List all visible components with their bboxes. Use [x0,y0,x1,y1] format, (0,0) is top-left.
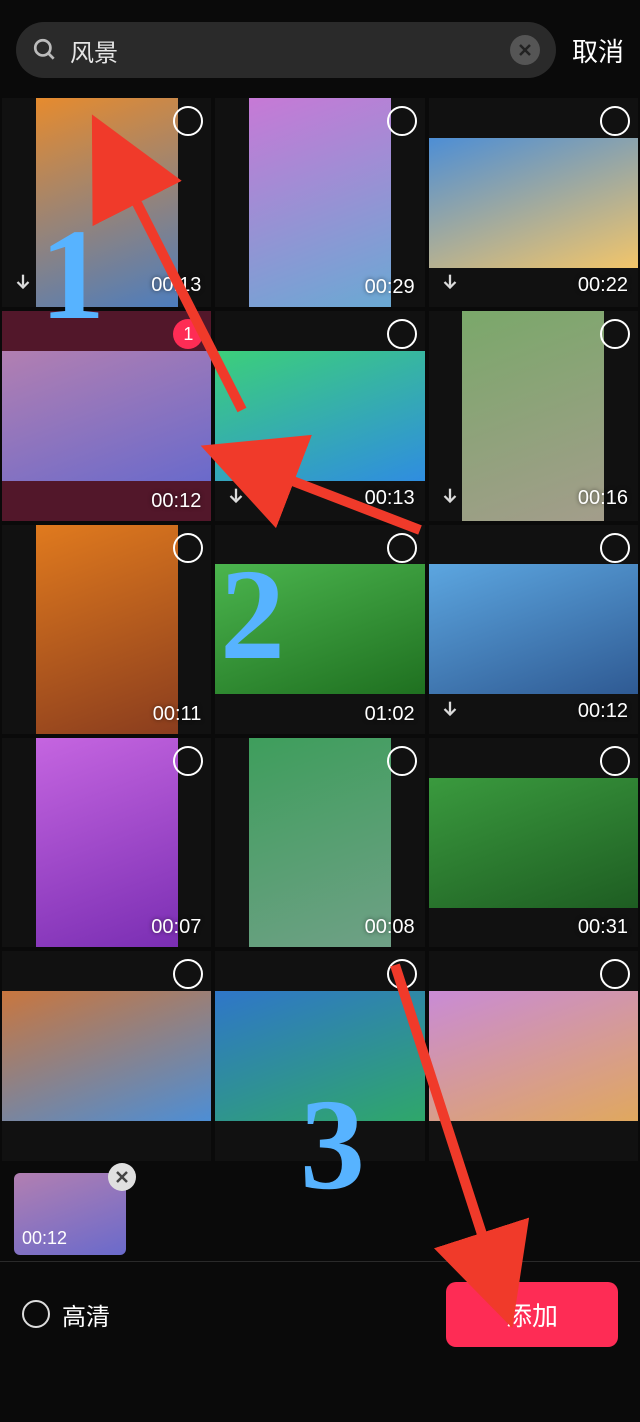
thumbnail-image [429,991,638,1121]
download-icon [12,271,34,293]
selected-tray: 00:12 [0,1161,640,1262]
cell-meta [215,1147,424,1161]
duration-label: 00:16 [578,487,628,510]
close-icon [115,1170,129,1184]
cell-meta: 00:22 [429,265,638,307]
duration-label: 00:13 [151,274,201,297]
duration-label: 00:22 [578,274,628,297]
cancel-button[interactable]: 取消 [572,32,624,69]
download-icon [225,485,247,507]
media-cell[interactable]: 00:16 [429,311,638,520]
media-cell[interactable]: 00:11 [2,525,211,734]
duration-label: 00:08 [365,916,415,939]
cell-meta: 00:12 [429,692,638,734]
download-icon [439,698,461,720]
selection-ring-icon[interactable] [387,319,417,349]
media-cell[interactable]: 01:02 [215,525,424,734]
tray-item[interactable]: 00:12 [14,1173,126,1255]
tray-duration: 00:12 [22,1228,67,1249]
cell-meta: 00:12 [2,484,211,521]
selection-ring-icon[interactable] [387,746,417,776]
media-cell[interactable]: 100:12 [2,311,211,520]
cell-meta: 00:08 [215,910,424,947]
selection-ring-icon[interactable] [173,533,203,563]
selection-ring-icon[interactable] [600,106,630,136]
download-icon [439,271,461,293]
cell-meta: 00:16 [429,479,638,521]
media-cell[interactable] [215,951,424,1160]
media-cell[interactable]: 00:13 [215,311,424,520]
media-cell[interactable] [2,951,211,1160]
thumbnail-image [215,991,424,1121]
media-cell[interactable]: 00:29 [215,98,424,307]
hd-label: 高清 [62,1297,110,1332]
selection-ring-icon[interactable] [600,746,630,776]
add-button[interactable]: 添加 [446,1282,618,1347]
duration-label: 01:02 [365,703,415,726]
duration-label: 00:12 [578,700,628,723]
search-icon [32,37,58,63]
cell-meta: 00:13 [2,265,211,307]
duration-label: 00:29 [365,276,415,299]
cell-meta: 00:31 [429,910,638,947]
search-box[interactable] [16,22,556,78]
media-cell[interactable]: 00:08 [215,738,424,947]
thumbnail-image [215,564,424,694]
cell-meta: 01:02 [215,697,424,734]
cell-meta: 00:11 [2,697,211,734]
search-row: 取消 [0,0,640,98]
selection-ring-icon[interactable] [387,959,417,989]
duration-label: 00:11 [153,703,202,726]
thumbnail-image [2,351,211,481]
media-cell[interactable]: 00:12 [429,525,638,734]
selection-ring-icon[interactable] [387,533,417,563]
media-cell[interactable]: 00:22 [429,98,638,307]
cell-meta: 00:13 [215,479,424,521]
media-cell[interactable]: 00:07 [2,738,211,947]
cell-meta [2,1147,211,1161]
duration-label: 00:13 [365,487,415,510]
radio-unchecked-icon [22,1300,50,1328]
selection-ring-icon[interactable] [600,533,630,563]
thumbnail-image [429,778,638,908]
thumbnail-image [215,351,424,481]
bottom-bar: 高清 添加 [0,1262,640,1367]
duration-label: 00:12 [151,490,201,513]
cell-meta: 00:29 [215,270,424,307]
media-cell[interactable]: 00:31 [429,738,638,947]
media-cell[interactable] [429,951,638,1160]
thumbnail-image [2,991,211,1121]
tray-remove-button[interactable] [108,1163,136,1191]
thumbnail-image [429,138,638,268]
search-input[interactable] [70,36,498,64]
selection-ring-icon[interactable] [387,106,417,136]
hd-toggle[interactable]: 高清 [22,1297,110,1332]
media-grid: 00:13 00:29 00:22 100:12 00:13 00:16 00:11 01:0… [0,98,640,1161]
thumbnail-image [429,564,638,694]
clear-search-button[interactable] [510,35,540,65]
cell-meta [429,1147,638,1161]
cell-meta: 00:07 [2,910,211,947]
duration-label: 00:31 [578,916,628,939]
duration-label: 00:07 [151,916,201,939]
download-icon [439,485,461,507]
media-cell[interactable]: 00:13 [2,98,211,307]
